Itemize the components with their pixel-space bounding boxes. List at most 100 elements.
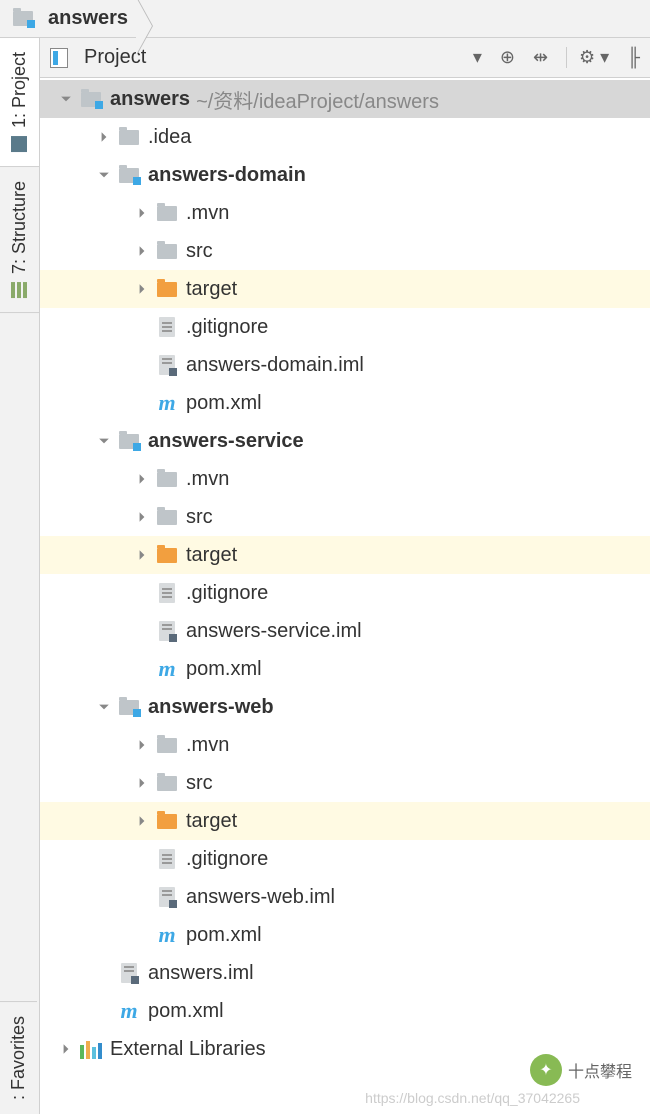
chevron-down-icon[interactable] <box>96 701 112 713</box>
chevron-right-icon[interactable] <box>134 739 150 751</box>
chevron-right-icon[interactable] <box>134 245 150 257</box>
tree-folder[interactable]: .mvn <box>40 460 650 498</box>
file-icon <box>156 848 178 870</box>
file-icon <box>156 582 178 604</box>
module-folder-icon <box>118 164 140 186</box>
tree-label: answers <box>110 88 190 111</box>
folder-icon <box>156 734 178 756</box>
tree-label: .mvn <box>186 734 229 757</box>
tree-file-pom[interactable]: m pom.xml <box>40 384 650 422</box>
tree-label: pom.xml <box>186 658 262 681</box>
target-icon[interactable]: ⊕ <box>500 47 515 68</box>
chevron-down-icon[interactable] <box>58 93 74 105</box>
tree-label: answers-domain <box>148 164 306 187</box>
tree-file[interactable]: .gitignore <box>40 574 650 612</box>
module-folder-icon <box>12 8 34 30</box>
tree-file-iml[interactable]: answers.iml <box>40 954 650 992</box>
chevron-right-icon[interactable] <box>134 549 150 561</box>
tree-label: answers-service.iml <box>186 620 362 643</box>
tree-folder[interactable]: src <box>40 764 650 802</box>
tree-folder-target[interactable]: target <box>40 536 650 574</box>
project-panel: Project ▾ ⊕ ⇹ ⚙ ▾ ╟ answers ~/资料/ideaPro… <box>40 38 650 1114</box>
tree-file[interactable]: .gitignore <box>40 308 650 346</box>
tree-folder[interactable]: src <box>40 232 650 270</box>
panel-title[interactable]: Project <box>50 46 146 69</box>
chevron-right-icon[interactable] <box>134 283 150 295</box>
tree-label: pom.xml <box>186 924 262 947</box>
tree-label: .gitignore <box>186 582 268 605</box>
tree-folder-idea[interactable]: .idea <box>40 118 650 156</box>
tree-file-iml[interactable]: answers-domain.iml <box>40 346 650 384</box>
tree-label: .mvn <box>186 202 229 225</box>
tree-file-pom[interactable]: m pom.xml <box>40 650 650 688</box>
structure-tab-icon <box>12 282 28 298</box>
chevron-right-icon[interactable] <box>58 1043 74 1055</box>
iml-file-icon <box>156 354 178 376</box>
dropdown-icon[interactable]: ▾ <box>473 47 482 68</box>
panel-toolbar: ▾ ⊕ ⇹ ⚙ ▾ ╟ <box>473 47 640 68</box>
tree-folder-target[interactable]: target <box>40 270 650 308</box>
hide-icon[interactable]: ╟ <box>627 47 640 68</box>
tree-folder[interactable]: .mvn <box>40 194 650 232</box>
tree-file-iml[interactable]: answers-service.iml <box>40 612 650 650</box>
breadcrumb: answers <box>0 0 650 38</box>
sidebar-tab-project[interactable]: 1: Project <box>0 38 39 167</box>
tree-label: answers.iml <box>148 962 254 985</box>
gear-icon[interactable]: ⚙ ▾ <box>566 47 609 68</box>
chevron-right-icon[interactable] <box>96 131 112 143</box>
file-icon <box>156 316 178 338</box>
watermark-text: 十点攀程 <box>568 1058 632 1082</box>
tree-label: src <box>186 506 213 529</box>
tree-label: answers-service <box>148 430 304 453</box>
tree-label: target <box>186 278 237 301</box>
tree-label: target <box>186 544 237 567</box>
tree-label: External Libraries <box>110 1038 266 1061</box>
sidebar-tab-favorites[interactable]: : Favorites <box>0 1001 37 1114</box>
project-tree[interactable]: answers ~/资料/ideaProject/answers .idea a… <box>40 78 650 1114</box>
target-folder-icon <box>156 278 178 300</box>
tree-root[interactable]: answers ~/资料/ideaProject/answers <box>40 80 650 118</box>
tree-label: pom.xml <box>186 392 262 415</box>
folder-icon <box>156 506 178 528</box>
breadcrumb-item[interactable]: answers <box>12 7 152 30</box>
target-folder-icon <box>156 810 178 832</box>
tree-file-pom[interactable]: m pom.xml <box>40 916 650 954</box>
iml-file-icon <box>118 962 140 984</box>
folder-icon <box>156 240 178 262</box>
tree-folder-target[interactable]: target <box>40 802 650 840</box>
tree-label: .gitignore <box>186 848 268 871</box>
main-area: 1: Project 7: Structure : Favorites Proj… <box>0 38 650 1114</box>
tree-label: .idea <box>148 126 191 149</box>
tree-module-service[interactable]: answers-service <box>40 422 650 460</box>
maven-icon: m <box>156 924 178 946</box>
tree-folder[interactable]: .mvn <box>40 726 650 764</box>
chevron-down-icon[interactable] <box>96 435 112 447</box>
chevron-right-icon[interactable] <box>134 511 150 523</box>
tree-folder[interactable]: src <box>40 498 650 536</box>
tree-module-domain[interactable]: answers-domain <box>40 156 650 194</box>
sidebar-tab-label: 7: Structure <box>9 181 30 274</box>
maven-icon: m <box>156 392 178 414</box>
chevron-right-icon[interactable] <box>134 207 150 219</box>
folder-icon <box>156 468 178 490</box>
target-folder-icon <box>156 544 178 566</box>
collapse-icon[interactable]: ⇹ <box>533 47 548 68</box>
chevron-right-icon[interactable] <box>134 777 150 789</box>
tree-file-pom[interactable]: m pom.xml <box>40 992 650 1030</box>
tree-label: .mvn <box>186 468 229 491</box>
tree-label: target <box>186 810 237 833</box>
watermark: ✦ 十点攀程 <box>530 1054 632 1086</box>
sidebar-tab-structure[interactable]: 7: Structure <box>0 167 39 313</box>
tree-file[interactable]: .gitignore <box>40 840 650 878</box>
maven-icon: m <box>156 658 178 680</box>
tree-label: .gitignore <box>186 316 268 339</box>
tree-label: pom.xml <box>148 1000 224 1023</box>
chevron-right-icon[interactable] <box>134 473 150 485</box>
sidebar-tab-label: : Favorites <box>8 1016 28 1100</box>
tree-file-iml[interactable]: answers-web.iml <box>40 878 650 916</box>
chevron-down-icon[interactable] <box>96 169 112 181</box>
chevron-right-icon[interactable] <box>134 815 150 827</box>
breadcrumb-label: answers <box>48 7 128 30</box>
tree-module-web[interactable]: answers-web <box>40 688 650 726</box>
panel-header: Project ▾ ⊕ ⇹ ⚙ ▾ ╟ <box>40 38 650 78</box>
